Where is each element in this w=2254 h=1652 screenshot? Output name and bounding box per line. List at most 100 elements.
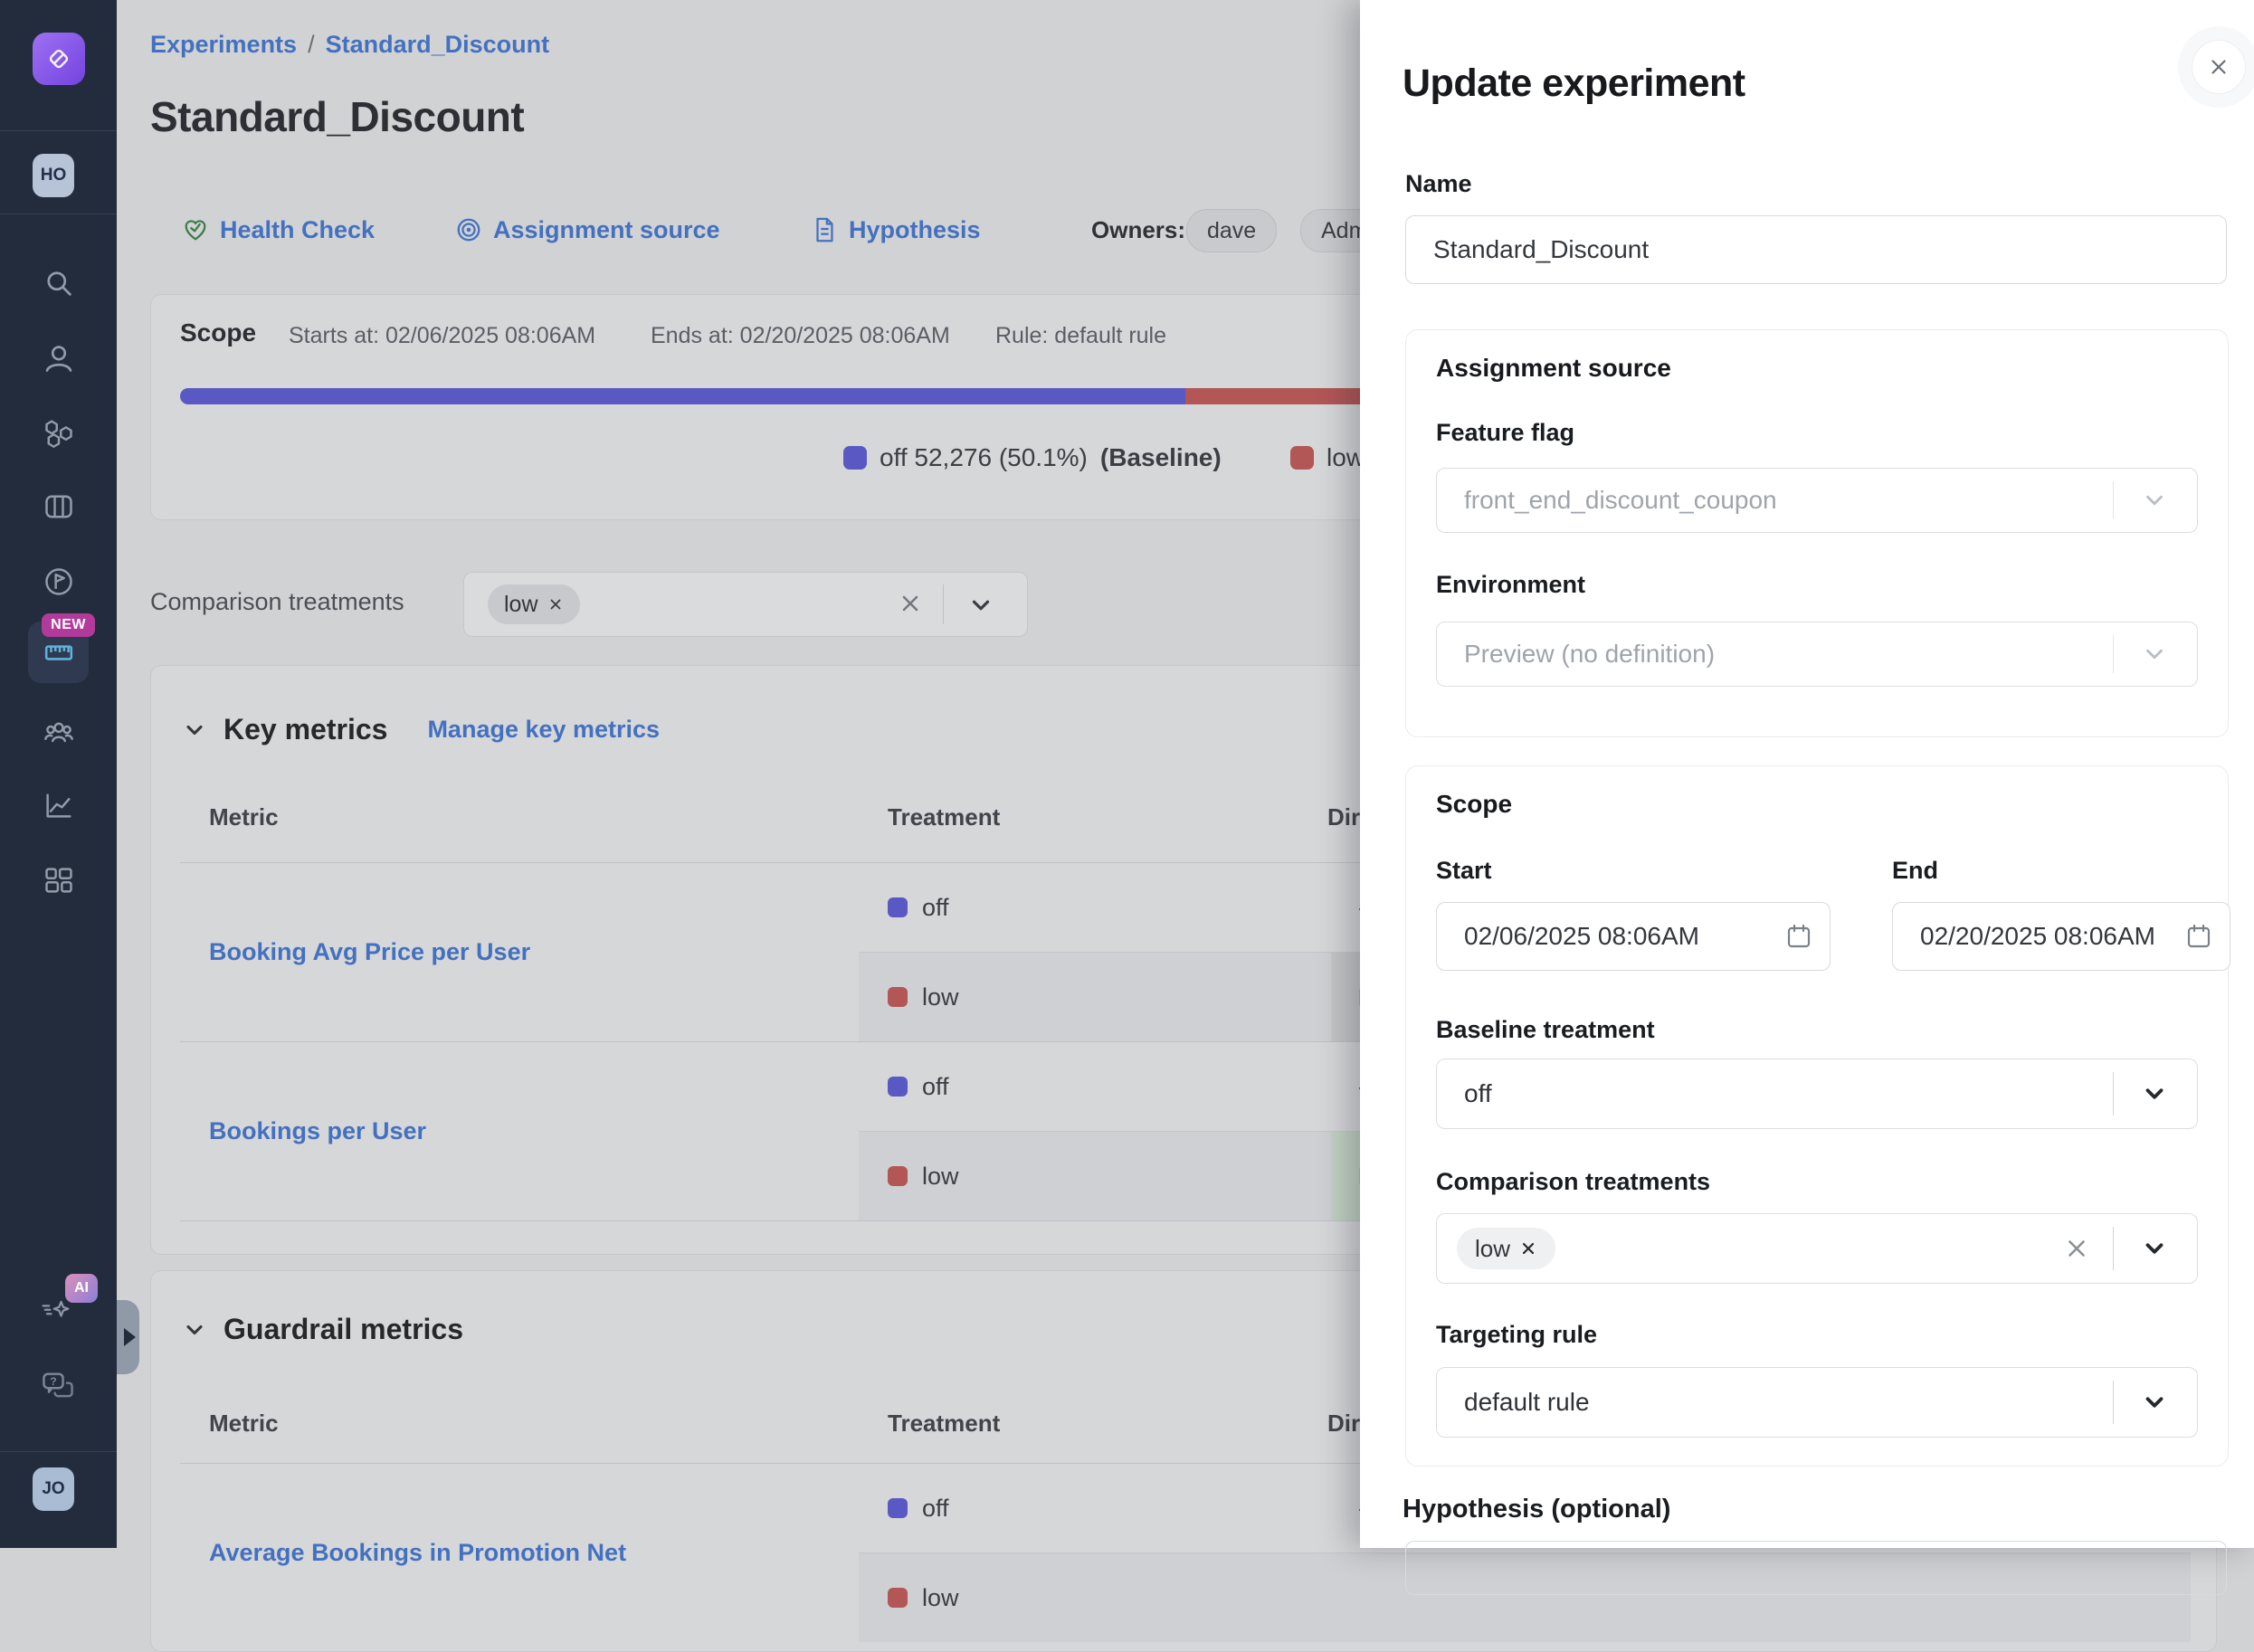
select-divider	[2113, 635, 2114, 673]
comparison-treatments-label: Comparison treatments	[1436, 1168, 1710, 1196]
comparison-treatments-select[interactable]: low	[463, 572, 1028, 637]
collapse-key-metrics-icon[interactable]	[182, 717, 207, 743]
treatment-label: off	[922, 1073, 949, 1101]
clear-selection-icon[interactable]	[898, 591, 923, 616]
clear-selection-icon[interactable]	[2063, 1235, 2090, 1262]
hypothesis-field[interactable]	[1405, 1541, 2227, 1595]
chevron-down-icon[interactable]	[967, 592, 994, 619]
environment-select[interactable]: Preview (no definition)	[1436, 622, 2198, 687]
comparison-treatments-multiselect[interactable]: low	[1436, 1213, 2198, 1284]
hypothesis-label: Hypothesis	[849, 216, 981, 244]
comparison-chip-low[interactable]: low	[488, 584, 580, 624]
name-field[interactable]: Standard_Discount	[1405, 215, 2227, 284]
page-title: Standard_Discount	[150, 92, 524, 141]
new-badge: NEW	[42, 613, 95, 637]
manage-key-metrics-link[interactable]: Manage key metrics	[427, 716, 660, 744]
select-divider	[2113, 1227, 2114, 1270]
app-logo[interactable]	[33, 33, 85, 85]
scope-section: Scope Start End 02/06/2025 08:06AM 02/20…	[1405, 765, 2229, 1467]
chip-remove-icon[interactable]	[1519, 1239, 1537, 1258]
legend-low-label: low	[1327, 443, 1365, 472]
key-metrics-title: Key metrics	[223, 713, 387, 746]
treatment-off-swatch	[888, 897, 908, 917]
scope-starts-at: Starts at: 02/06/2025 08:06AM	[289, 323, 595, 349]
user-avatar[interactable]: JO	[33, 1467, 74, 1511]
comparison-treatments-label: Comparison treatments	[150, 588, 404, 616]
start-date-field[interactable]: 02/06/2025 08:06AM	[1436, 902, 1831, 971]
chevron-down-icon	[2141, 487, 2168, 514]
owners-label: Owners:	[1091, 208, 1185, 252]
breadcrumb-experiments-link[interactable]: Experiments	[150, 31, 297, 58]
collapse-guardrail-metrics-icon[interactable]	[182, 1317, 207, 1343]
select-divider	[943, 584, 944, 624]
feature-flag-value: front_end_discount_coupon	[1464, 486, 1777, 515]
treatment-label: off	[922, 1495, 949, 1523]
sidebar-expand-handle[interactable]	[117, 1300, 139, 1374]
column-treatment: Treatment	[888, 803, 1000, 831]
workspace-avatar[interactable]: HO	[33, 154, 74, 197]
hypothesis-link[interactable]: Hypothesis	[811, 208, 981, 252]
targeting-rule-label: Targeting rule	[1436, 1321, 1597, 1349]
close-panel-button[interactable]	[2192, 41, 2245, 93]
column-metric: Metric	[209, 803, 279, 831]
search-icon[interactable]	[43, 267, 75, 299]
breadcrumb-separator: /	[297, 31, 326, 58]
columns-icon[interactable]	[43, 490, 75, 523]
treatment-off-swatch	[888, 1077, 908, 1097]
baseline-treatment-select[interactable]: off	[1436, 1059, 2198, 1129]
calendar-icon[interactable]	[2184, 922, 2213, 951]
treatment-off-swatch	[888, 1498, 908, 1518]
calendar-icon[interactable]	[1784, 922, 1813, 951]
close-icon	[2207, 55, 2230, 79]
metric-link-guardrail[interactable]: Average Bookings in Promotion Net	[209, 1539, 626, 1567]
update-experiment-panel: Update experiment Name Standard_Discount…	[1360, 0, 2254, 1548]
legend-low: low	[1290, 443, 1365, 472]
help-icon[interactable]: ?	[40, 1368, 72, 1400]
column-metric: Metric	[209, 1410, 279, 1438]
assignment-source-section: Assignment source Feature flag front_end…	[1405, 329, 2229, 737]
treatment-label: low	[922, 1584, 959, 1612]
dashboards-icon[interactable]	[43, 864, 75, 897]
comparison-chip-label: low	[504, 592, 538, 618]
breadcrumb: Experiments/Standard_Discount	[150, 31, 549, 59]
environment-value: Preview (no definition)	[1464, 640, 1715, 669]
hypothesis-optional-label: Hypothesis (optional)	[1403, 1495, 1670, 1524]
treatment-low-swatch	[888, 1588, 908, 1608]
select-divider	[2113, 1072, 2114, 1116]
breadcrumb-current-link[interactable]: Standard_Discount	[326, 31, 550, 58]
ruler-icon	[43, 637, 74, 668]
targeting-rule-select[interactable]: default rule	[1436, 1367, 2198, 1438]
owner-chip-dave[interactable]: dave	[1186, 209, 1277, 252]
sidebar-divider	[0, 1451, 117, 1452]
health-check-label: Health Check	[220, 216, 375, 244]
feature-flags-icon[interactable]	[43, 416, 75, 449]
end-date-field[interactable]: 02/20/2025 08:06AM	[1892, 902, 2230, 971]
analytics-chart-icon[interactable]	[43, 789, 75, 821]
comparison-chip-label: low	[1475, 1235, 1510, 1263]
sidebar-item-metrics-active[interactable]: NEW	[28, 622, 89, 683]
audiences-icon[interactable]	[43, 717, 75, 749]
start-label: Start	[1436, 857, 1492, 885]
legend-low-swatch	[1290, 446, 1314, 470]
users-icon[interactable]	[43, 342, 75, 375]
panel-title: Update experiment	[1403, 62, 1745, 106]
chevron-down-icon	[2141, 1080, 2168, 1107]
metric-link-bookings-per-user[interactable]: Bookings per User	[209, 1117, 426, 1145]
chevron-down-icon	[2141, 641, 2168, 668]
select-divider	[2113, 481, 2114, 519]
health-check-icon	[182, 216, 209, 243]
assignment-source-link[interactable]: Assignment source	[455, 208, 720, 252]
experiments-flag-icon[interactable]	[43, 565, 75, 598]
legend-off-label: off 52,276 (50.1%)	[880, 443, 1088, 472]
treatment-label: low	[922, 983, 959, 1011]
feature-flag-label: Feature flag	[1436, 419, 1574, 447]
feature-flag-select[interactable]: front_end_discount_coupon	[1436, 468, 2198, 533]
health-check-link[interactable]: Health Check	[182, 208, 375, 252]
name-label: Name	[1405, 170, 1472, 198]
metric-link-booking-avg-price[interactable]: Booking Avg Price per User	[209, 938, 530, 966]
scope-rule: Rule: default rule	[995, 323, 1166, 349]
select-divider	[2113, 1381, 2114, 1424]
chevron-down-icon	[2141, 1389, 2168, 1416]
comparison-chip-low[interactable]: low	[1457, 1228, 1555, 1269]
chip-remove-icon[interactable]	[547, 596, 564, 612]
